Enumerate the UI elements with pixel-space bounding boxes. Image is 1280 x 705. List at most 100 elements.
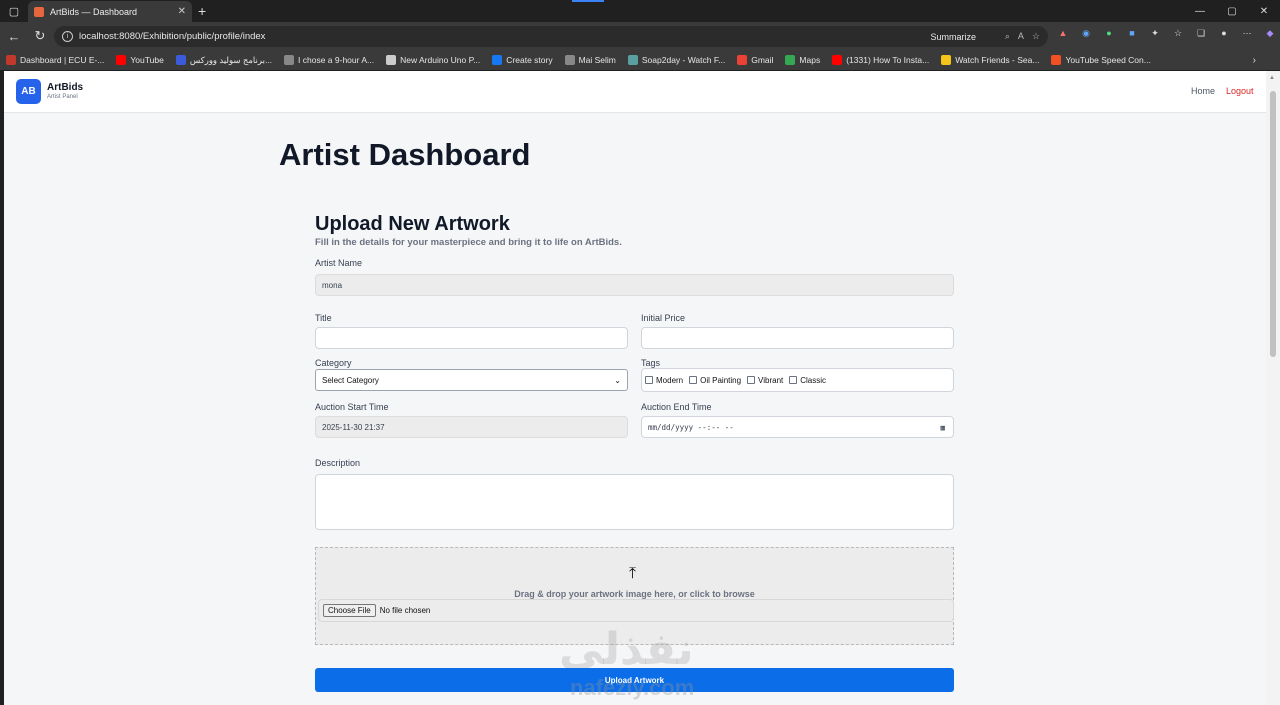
bookmark-item[interactable]: New Arduino Uno P... <box>386 55 480 65</box>
refresh-icon[interactable]: ↻ <box>28 24 52 48</box>
calendar-icon[interactable]: ▦ <box>940 423 945 432</box>
tag-option[interactable]: Modern <box>645 376 683 385</box>
close-window-icon[interactable]: ✕ <box>1248 0 1280 22</box>
browser-tab[interactable]: ArtBids — Dashboard ✕ <box>28 1 192 22</box>
bookmark-item[interactable]: YouTube <box>116 55 164 65</box>
artist-name-input[interactable]: mona <box>315 274 954 296</box>
tag-option[interactable]: Vibrant <box>747 376 783 385</box>
bookmark-label: Create story <box>506 55 553 65</box>
copilot-icon[interactable]: ◆ <box>1263 26 1277 40</box>
page-scrollbar[interactable]: ▲ <box>1266 71 1280 705</box>
tab-title: ArtBids — Dashboard <box>50 6 138 17</box>
collections-icon[interactable]: ❏ <box>1194 26 1208 40</box>
scrollbar-thumb[interactable] <box>1270 91 1276 357</box>
tag-option[interactable]: Classic <box>789 376 826 385</box>
address-toolbar: ← ↻ i localhost:8080/Exhibition/public/p… <box>0 22 1280 50</box>
bookmark-label: برنامج سوليد ووركس... <box>189 54 273 65</box>
artist-name-label: Artist Name <box>315 258 363 268</box>
maximize-icon[interactable]: ▢ <box>1216 0 1248 22</box>
extension-audio-icon[interactable]: ◉ <box>1079 26 1093 40</box>
favorites-icon[interactable]: ☆ <box>1171 26 1185 40</box>
bookmark-label: YouTube <box>130 55 164 65</box>
tab-close-icon[interactable]: ✕ <box>178 6 186 17</box>
bookmark-item[interactable]: Gmail <box>737 55 773 65</box>
upload-arrow-icon: ⤒ <box>629 565 637 582</box>
title-label: Title <box>315 313 332 323</box>
bookmark-favicon-icon <box>832 55 843 65</box>
url-actions: ⌕ A ☆ <box>1005 31 1040 42</box>
bookmark-favicon-icon <box>386 55 397 65</box>
bookmark-label: YouTube Speed Con... <box>1065 55 1151 65</box>
summarize-button[interactable]: Summarize <box>930 32 976 42</box>
date-placeholder: mm/dd/yyyy --:-- -- <box>648 422 734 432</box>
extension-speed-icon[interactable]: ▲ <box>1056 26 1070 40</box>
bookmark-item[interactable]: I chose a 9-hour A... <box>284 55 374 65</box>
site-info-icon[interactable]: i <box>62 31 73 42</box>
file-input[interactable]: Choose File No file chosen <box>318 599 954 622</box>
tab-favicon-icon <box>34 6 44 17</box>
bookmark-label: Dashboard | ECU E-... <box>20 55 105 65</box>
bookmark-item[interactable]: Dashboard | ECU E-... <box>6 55 104 65</box>
bookmark-favicon-icon <box>1051 55 1062 65</box>
checkbox[interactable] <box>747 376 756 384</box>
tab-actions-icon[interactable]: ▢ <box>0 0 28 22</box>
form-title: Upload New Artwork <box>315 213 510 235</box>
auction-end-input[interactable]: mm/dd/yyyy --:-- -- ▦ <box>641 416 954 438</box>
tags-label: Tags <box>641 358 661 368</box>
tag-label: Oil Painting <box>700 375 742 385</box>
nav-logout-link[interactable]: Logout <box>1226 86 1254 96</box>
tag-label: Classic <box>800 375 827 385</box>
auction-start-label: Auction Start Time <box>315 402 389 412</box>
description-textarea[interactable] <box>315 474 954 530</box>
back-icon[interactable]: ← <box>2 24 26 48</box>
favorite-star-icon[interactable]: ☆ <box>1032 31 1040 42</box>
bookmark-item[interactable]: Watch Friends - Sea... <box>941 55 1039 65</box>
extension-doc-icon[interactable]: ■ <box>1125 26 1139 40</box>
auction-end-label: Auction End Time <box>641 402 712 412</box>
url-bar[interactable]: i localhost:8080/Exhibition/public/profi… <box>54 26 1048 47</box>
extensions-bar: ▲ ◉ ● ■ ✦ ☆ ❏ ● ⋯ ◆ <box>1056 26 1277 40</box>
extension-green-icon[interactable]: ● <box>1102 26 1116 40</box>
category-select[interactable]: Select Category ⌄ <box>315 369 628 391</box>
bookmark-label: (1331) How To Insta... <box>846 55 930 65</box>
scroll-up-icon[interactable]: ▲ <box>1269 75 1275 81</box>
nav-home-link[interactable]: Home <box>1191 86 1215 96</box>
bookmark-label: New Arduino Uno P... <box>400 55 481 65</box>
app-logo[interactable]: AB <box>16 79 41 104</box>
initial-price-input[interactable] <box>641 327 954 349</box>
choose-file-button[interactable]: Choose File <box>323 604 376 617</box>
bookmark-item[interactable]: Mai Selim <box>564 55 616 65</box>
bookmark-label: Watch Friends - Sea... <box>955 55 1040 65</box>
minimize-icon[interactable]: — <box>1184 0 1216 22</box>
read-aloud-icon[interactable]: A <box>1018 31 1024 42</box>
new-tab-icon[interactable]: + <box>198 3 206 19</box>
tag-label: Modern <box>656 375 684 385</box>
extensions-puzzle-icon[interactable]: ✦ <box>1148 26 1162 40</box>
checkbox[interactable] <box>689 376 698 384</box>
category-selected-value: Select Category <box>322 375 379 385</box>
bookmark-item[interactable]: برنامج سوليد ووركس... <box>175 54 273 66</box>
brand-name: ArtBids <box>47 82 84 93</box>
bookmark-item[interactable]: Maps <box>785 55 820 65</box>
bookmarks-overflow-icon[interactable]: › <box>1253 55 1256 66</box>
checkbox[interactable] <box>789 376 798 384</box>
bookmark-item[interactable]: Create story <box>492 55 553 65</box>
bookmark-item[interactable]: Soap2day - Watch F... <box>627 55 726 65</box>
bookmark-item[interactable]: YouTube Speed Con... <box>1051 55 1151 65</box>
file-status: No file chosen <box>379 606 431 615</box>
bookmark-favicon-icon <box>116 55 127 65</box>
bookmarks-bar: Dashboard | ECU E-... YouTube برنامج سوليد… <box>0 50 1280 70</box>
bookmark-favicon-icon <box>6 55 16 65</box>
tag-option[interactable]: Oil Painting <box>689 376 741 385</box>
more-menu-icon[interactable]: ⋯ <box>1240 26 1254 40</box>
category-label: Category <box>315 358 352 368</box>
auction-start-input[interactable]: 2025-11-30 21:37 <box>315 416 628 438</box>
bookmark-label: Gmail <box>751 55 774 65</box>
bookmark-favicon-icon <box>941 55 952 65</box>
bookmark-item[interactable]: (1331) How To Insta... <box>832 55 929 65</box>
checkbox[interactable] <box>645 376 653 384</box>
title-input[interactable] <box>315 327 628 349</box>
bookmark-label: Soap2day - Watch F... <box>641 55 726 65</box>
zoom-icon[interactable]: ⌕ <box>1005 31 1010 42</box>
profile-avatar-icon[interactable]: ● <box>1217 26 1231 40</box>
